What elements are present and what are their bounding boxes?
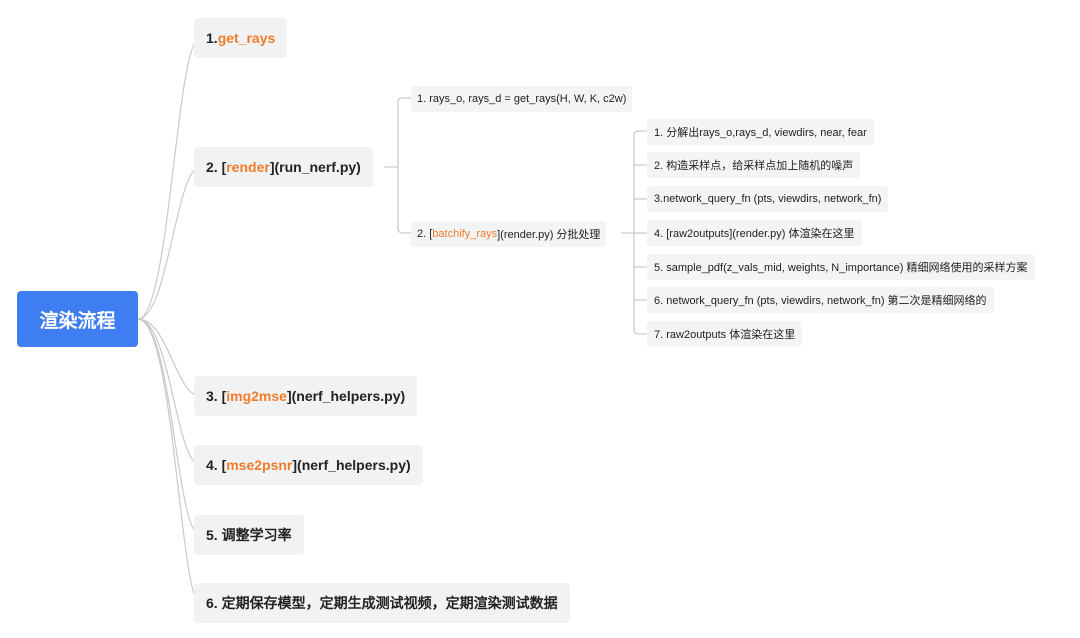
step-render[interactable]: 2. [render](run_nerf.py) [194, 147, 373, 187]
step-5-label: 5. 调整学习率 [206, 527, 292, 543]
step-4-link[interactable]: mse2psnr [226, 457, 292, 473]
step-4-suffix: ](nerf_helpers.py) [292, 457, 411, 473]
batchify-child-label: 4. [raw2outputs](render.py) 体渲染在这里 [654, 228, 855, 240]
step-1-link[interactable]: get_rays [218, 30, 276, 46]
step-3-link[interactable]: img2mse [226, 388, 287, 404]
branch-line-6 [137, 318, 201, 604]
render-bracket [397, 97, 411, 234]
batchify-child-3[interactable]: 3.network_query_fn (pts, viewdirs, netwo… [647, 186, 889, 212]
batchify-bracket [633, 130, 647, 335]
step-6-label: 6. 定期保存模型，定期生成测试视频，定期渲染测试数据 [206, 595, 558, 611]
batchify-child-label: 1. 分解出rays_o,rays_d, viewdirs, near, fea… [654, 127, 867, 139]
step-2-link[interactable]: render [226, 159, 270, 175]
render-child-2-prefix: 2. [ [417, 228, 433, 240]
branch-line-2 [137, 166, 201, 320]
step-img2mse[interactable]: 3. [img2mse](nerf_helpers.py) [194, 376, 418, 416]
render-child-2-suffix: ](render.py) 分批处理 [497, 229, 601, 241]
step-mse2psnr[interactable]: 4. [mse2psnr](nerf_helpers.py) [194, 445, 423, 485]
step-get-rays[interactable]: 1. get_rays [194, 18, 288, 58]
batchify-child-6[interactable]: 6. network_query_fn (pts, viewdirs, netw… [647, 287, 994, 313]
batchify-child-5[interactable]: 5. sample_pdf(z_vals_mid, weights, N_imp… [647, 254, 1035, 280]
batchify-child-label: 2. 构造采样点，给采样点加上随机的噪声 [654, 160, 854, 172]
branch-line-3 [137, 318, 201, 397]
step-3-suffix: ](nerf_helpers.py) [286, 388, 406, 404]
root-label: 渲染流程 [39, 310, 116, 332]
render-child-batchify[interactable]: 2. [batchify_rays](render.py) 分批处理 [411, 221, 607, 247]
step-2-prefix: 2. [ [206, 159, 227, 175]
root-node[interactable]: 渲染流程 [17, 291, 138, 347]
branch-line-1 [137, 37, 201, 320]
batchify-child-label: 3.network_query_fn (pts, viewdirs, netwo… [654, 193, 882, 205]
step-2-suffix: ](run_nerf.py) [269, 159, 361, 175]
render-child-2-link[interactable]: batchify_rays [432, 228, 497, 240]
batchify-child-1[interactable]: 1. 分解出rays_o,rays_d, viewdirs, near, fea… [647, 119, 874, 145]
render-child-get-rays[interactable]: 1. rays_o, rays_d = get_rays(H, W, K, c2… [411, 86, 633, 112]
batchify-child-label: 7. raw2outputs 体渲染在这里 [654, 329, 796, 341]
step-adjust-lr[interactable]: 5. 调整学习率 [194, 515, 304, 555]
batchify-child-7[interactable]: 7. raw2outputs 体渲染在这里 [647, 321, 803, 347]
batchify-child-2[interactable]: 2. 构造采样点，给采样点加上随机的噪声 [647, 152, 861, 178]
batchify-child-label: 5. sample_pdf(z_vals_mid, weights, N_imp… [654, 262, 1028, 274]
batchify-child-4[interactable]: 4. [raw2outputs](render.py) 体渲染在这里 [647, 220, 862, 246]
batchify-child-label: 6. network_query_fn (pts, viewdirs, netw… [654, 295, 987, 307]
step-1-prefix: 1. [206, 30, 218, 46]
step-periodic-save[interactable]: 6. 定期保存模型，定期生成测试视频，定期渲染测试数据 [194, 583, 570, 623]
step-4-prefix: 4. [ [206, 457, 227, 473]
render-child-1-label: 1. rays_o, rays_d = get_rays(H, W, K, c2… [417, 93, 627, 105]
step-3-prefix: 3. [ [206, 388, 227, 404]
